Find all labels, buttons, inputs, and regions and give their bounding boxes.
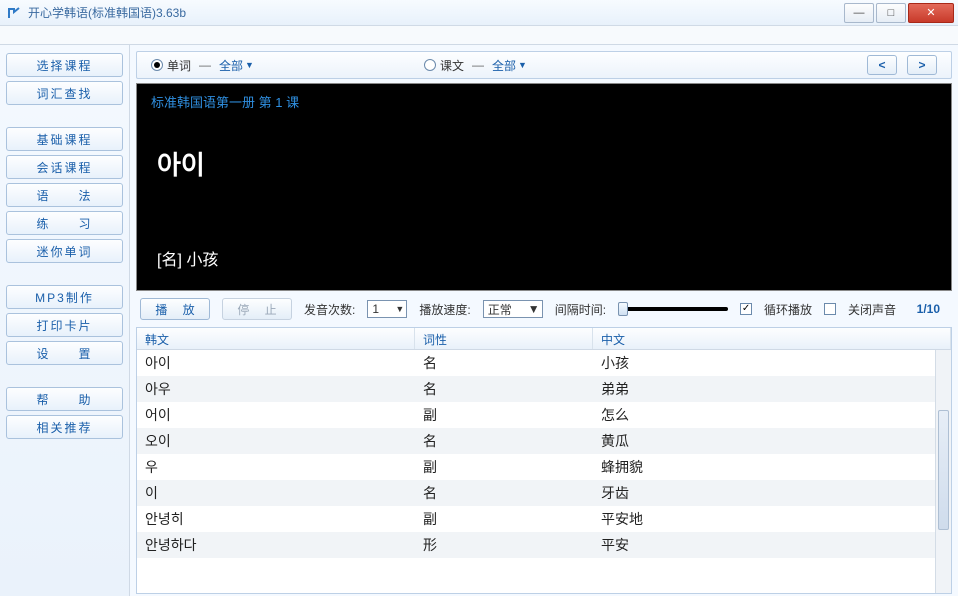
- table-row[interactable]: 아우名弟弟: [137, 376, 951, 402]
- table-row[interactable]: 안녕히副平安地: [137, 506, 951, 532]
- cell-c2: 形: [415, 535, 593, 555]
- table-row[interactable]: 이名牙齿: [137, 480, 951, 506]
- cell-c3: 弟弟: [593, 379, 951, 399]
- radio-text[interactable]: [424, 59, 436, 71]
- cell-c1: 이: [137, 483, 415, 503]
- sidebar-item-4[interactable]: 会话课程: [6, 155, 123, 179]
- cell-c1: 아이: [137, 353, 415, 373]
- sidebar-item-1[interactable]: 词汇查找: [6, 81, 123, 105]
- display-meaning: [名] 小孩: [157, 246, 937, 270]
- slider-thumb[interactable]: [618, 302, 628, 316]
- next-button[interactable]: >: [907, 55, 937, 75]
- table-row[interactable]: 아이名小孩: [137, 350, 951, 376]
- interval-label: 间隔时间:: [555, 301, 606, 318]
- sidebar-item-13[interactable]: 帮 助: [6, 387, 123, 411]
- count-label: 发音次数:: [304, 301, 355, 318]
- mute-checkbox[interactable]: [824, 303, 836, 315]
- scope-text-dropdown[interactable]: 全部 ▼: [492, 57, 527, 74]
- cell-c3: 蜂拥貌: [593, 457, 951, 477]
- radio-word[interactable]: [151, 59, 163, 71]
- count-select[interactable]: 1 ▼: [367, 300, 407, 318]
- app-icon: [6, 5, 22, 21]
- cell-c1: 아우: [137, 379, 415, 399]
- chevron-down-icon: ▼: [528, 302, 540, 316]
- cell-c2: 名: [415, 431, 593, 451]
- sidebar: 选择课程词汇查找基础课程会话课程语 法练 习迷你单词 MP3制作打印卡片设 置帮 …: [0, 45, 130, 596]
- cell-c3: 牙齿: [593, 483, 951, 503]
- prev-button[interactable]: <: [867, 55, 897, 75]
- cell-c2: 副: [415, 457, 593, 477]
- mode-text-group[interactable]: 课文 — 全部 ▼: [424, 57, 527, 74]
- sidebar-item-3[interactable]: 基础课程: [6, 127, 123, 151]
- faded-toolbar-strip: [0, 26, 958, 44]
- content-area: 单词 — 全部 ▼ 课文 — 全部 ▼ < >: [130, 45, 958, 596]
- sidebar-item-14[interactable]: 相关推荐: [6, 415, 123, 439]
- cell-c3: 黄瓜: [593, 431, 951, 451]
- display-korean-word: 아이: [157, 145, 937, 182]
- sidebar-item-7[interactable]: 迷你单词: [6, 239, 123, 263]
- mode-text-label: 课文: [440, 57, 464, 74]
- window-title: 开心学韩语(标准韩国语)3.63b: [28, 4, 842, 21]
- speed-select[interactable]: 正常 ▼: [483, 300, 543, 318]
- table-body[interactable]: 아이名小孩아우名弟弟어이副怎么오이名黄瓜우副蜂拥貌이名牙齿안녕히副平安地안녕하다…: [137, 350, 951, 593]
- sidebar-item-11[interactable]: 设 置: [6, 341, 123, 365]
- cell-c3: 怎么: [593, 405, 951, 425]
- sidebar-item-9[interactable]: MP3制作: [6, 285, 123, 309]
- cell-c1: 안녕히: [137, 509, 415, 529]
- sidebar-item-6[interactable]: 练 习: [6, 211, 123, 235]
- cell-c2: 名: [415, 353, 593, 373]
- mode-word-label: 单词: [167, 57, 191, 74]
- cell-c1: 어이: [137, 405, 415, 425]
- table-row[interactable]: 안녕하다形平安: [137, 532, 951, 558]
- interval-slider[interactable]: [618, 307, 728, 311]
- cell-c1: 오이: [137, 431, 415, 451]
- stop-button[interactable]: 停 止: [222, 298, 292, 320]
- titlebar: 开心学韩语(标准韩国语)3.63b — □ ✕: [0, 0, 958, 26]
- cell-c2: 名: [415, 483, 593, 503]
- loop-label: 循环播放: [764, 301, 812, 318]
- chevron-down-icon: ▼: [395, 304, 404, 314]
- vertical-scrollbar[interactable]: [935, 350, 951, 593]
- cell-c2: 名: [415, 379, 593, 399]
- mode-word-group[interactable]: 单词 — 全部 ▼: [151, 57, 254, 74]
- filter-bar: 单词 — 全部 ▼ 课文 — 全部 ▼ < >: [136, 51, 952, 79]
- sidebar-item-0[interactable]: 选择课程: [6, 53, 123, 77]
- table-row[interactable]: 어이副怎么: [137, 402, 951, 428]
- cell-c3: 小孩: [593, 353, 951, 373]
- table-row[interactable]: 우副蜂拥貌: [137, 454, 951, 480]
- minimize-button[interactable]: —: [844, 3, 874, 23]
- cell-c1: 안녕하다: [137, 535, 415, 555]
- cell-c3: 平安地: [593, 509, 951, 529]
- col-chinese[interactable]: 中文: [593, 328, 951, 349]
- playback-controls: 播 放 停 止 发音次数: 1 ▼ 播放速度: 正常 ▼ 间隔时间: 循环播放 …: [136, 295, 952, 323]
- play-button[interactable]: 播 放: [140, 298, 210, 320]
- col-pos[interactable]: 词性: [415, 328, 593, 349]
- loop-checkbox[interactable]: [740, 303, 752, 315]
- scope-word-dropdown[interactable]: 全部 ▼: [219, 57, 254, 74]
- cell-c1: 우: [137, 457, 415, 477]
- progress-counter: 1/10: [917, 302, 948, 316]
- cell-c2: 副: [415, 509, 593, 529]
- mute-label: 关闭声音: [848, 301, 896, 318]
- sidebar-item-10[interactable]: 打印卡片: [6, 313, 123, 337]
- chevron-down-icon: ▼: [245, 60, 254, 70]
- lesson-title: 标准韩国语第一册 第 1 课: [151, 92, 937, 111]
- sidebar-item-5[interactable]: 语 法: [6, 183, 123, 207]
- cell-c3: 平安: [593, 535, 951, 555]
- chevron-down-icon: ▼: [518, 60, 527, 70]
- table-row[interactable]: 오이名黄瓜: [137, 428, 951, 454]
- scrollbar-thumb[interactable]: [938, 410, 949, 530]
- cell-c2: 副: [415, 405, 593, 425]
- speed-label: 播放速度:: [419, 301, 470, 318]
- maximize-button[interactable]: □: [876, 3, 906, 23]
- vocab-table: 韩文 词性 中文 아이名小孩아우名弟弟어이副怎么오이名黄瓜우副蜂拥貌이名牙齿안녕…: [136, 327, 952, 594]
- col-korean[interactable]: 韩文: [137, 328, 415, 349]
- close-button[interactable]: ✕: [908, 3, 954, 23]
- display-panel: 标准韩国语第一册 第 1 课 아이 [名] 小孩: [136, 83, 952, 291]
- table-header: 韩文 词性 中文: [137, 328, 951, 350]
